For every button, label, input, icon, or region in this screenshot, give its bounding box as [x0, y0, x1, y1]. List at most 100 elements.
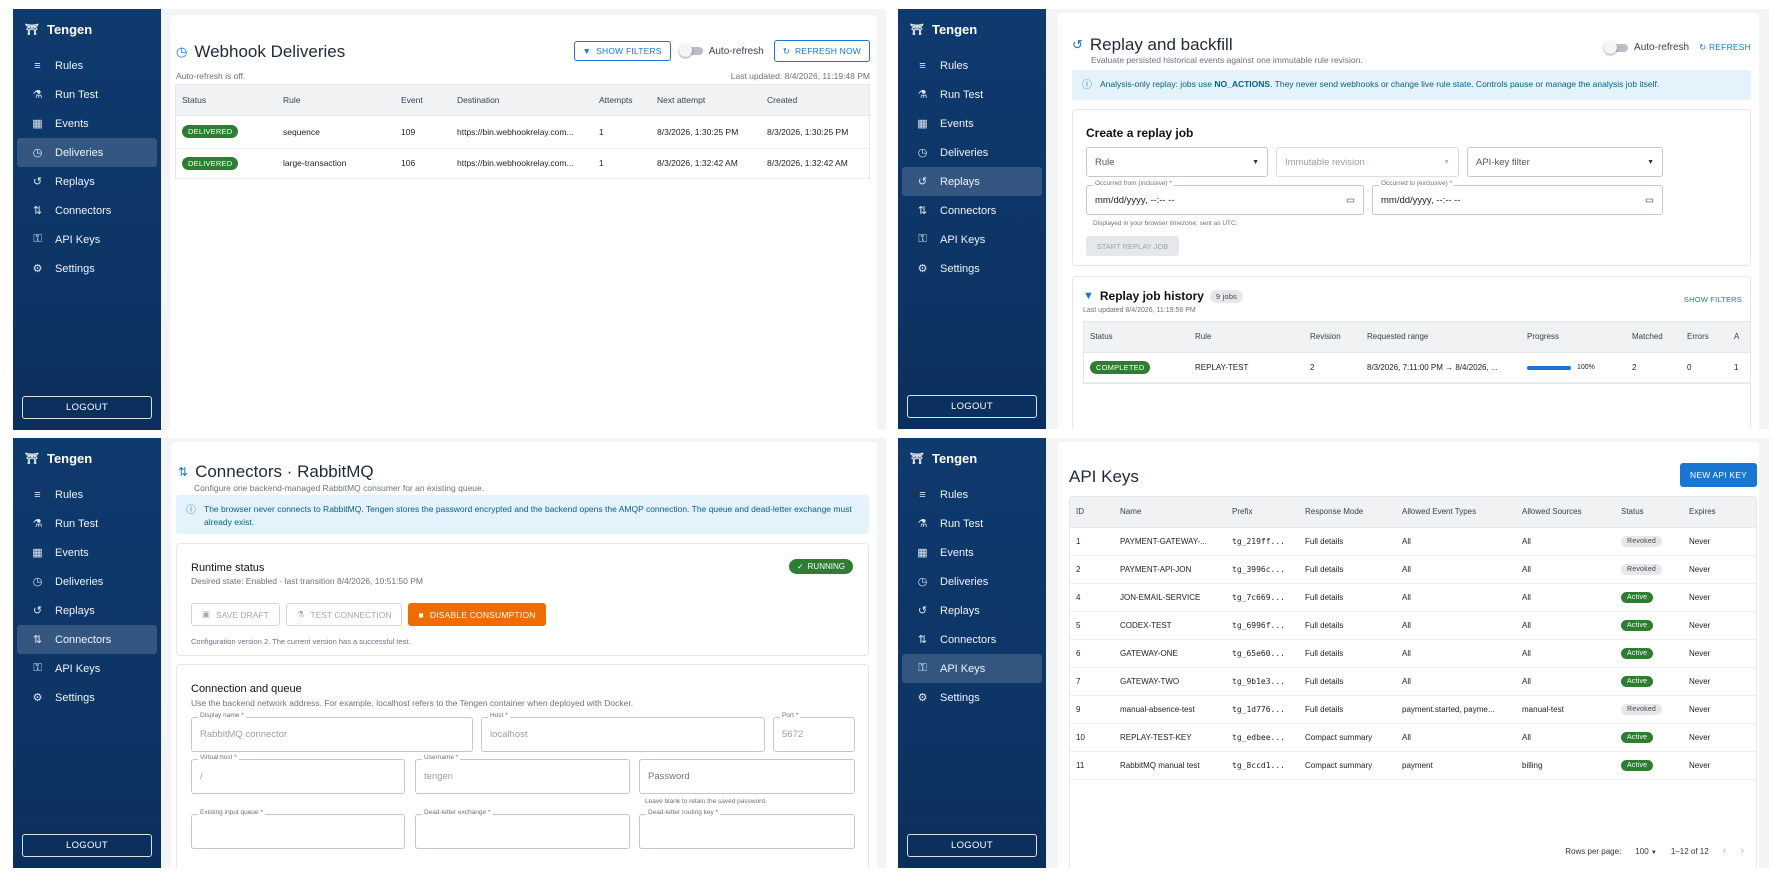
logout-button[interactable]: LOGOUT	[907, 395, 1037, 418]
sidebar-item-api-keys[interactable]: ⚿ API Keys	[902, 225, 1042, 254]
prev-page-icon[interactable]: ‹	[1723, 845, 1727, 857]
occurred-to-input[interactable]: Occurred to (exclusive) * mm/dd/yyyy, --:…	[1372, 180, 1663, 215]
username-field[interactable]: Username * tengen	[415, 754, 630, 794]
calendar-icon[interactable]: ▭	[1346, 195, 1355, 206]
column-header[interactable]: Attempts	[593, 85, 651, 116]
sidebar-item-replays[interactable]: ↺ Replays	[902, 167, 1042, 196]
sidebar-item-events[interactable]: ▦ Events	[17, 538, 157, 567]
refresh-now-button[interactable]: ↻ REFRESH NOW	[773, 40, 870, 62]
sidebar-item-run-test[interactable]: ⚗ Run Test	[17, 509, 157, 538]
logout-button[interactable]: LOGOUT	[22, 396, 152, 419]
sidebar-item-settings[interactable]: ⚙ Settings	[17, 254, 157, 283]
sidebar-item-api-keys[interactable]: ⚿ API Keys	[17, 654, 157, 683]
column-header[interactable]: Errors	[1681, 322, 1728, 353]
sidebar-item-api-keys[interactable]: ⚿ API Keys	[902, 654, 1042, 683]
sidebar-item-deliveries[interactable]: ◷ Deliveries	[902, 138, 1042, 167]
password-field[interactable]: Password	[639, 759, 855, 794]
display-name-field[interactable]: Display name * RabbitMQ connector	[191, 712, 473, 752]
table-row[interactable]: 7 GATEWAY-TWO tg_9b1e3... Full details All Al…	[1070, 667, 1756, 696]
rule-select[interactable]: Rule ▼	[1086, 147, 1268, 177]
brand[interactable]: ⛩ Tengen	[13, 438, 161, 480]
table-row[interactable]: 9 manual-absence-test tg_1d776... Full deta…	[1070, 695, 1756, 724]
column-header[interactable]: Prefix	[1226, 497, 1299, 528]
sidebar-item-settings[interactable]: ⚙ Settings	[902, 254, 1042, 283]
column-header[interactable]: Matched	[1626, 322, 1681, 353]
sidebar-item-run-test[interactable]: ⚗ Run Test	[902, 80, 1042, 109]
sidebar-item-events[interactable]: ▦ Events	[17, 109, 157, 138]
api-key-filter-select[interactable]: API-key filter ▼	[1467, 147, 1663, 177]
show-filters-button[interactable]: ▼ SHOW FILTERS	[573, 41, 671, 61]
next-page-icon[interactable]: ›	[1740, 845, 1744, 857]
column-header[interactable]: Created	[761, 85, 869, 116]
sidebar-item-settings[interactable]: ⚙ Settings	[17, 683, 157, 712]
table-row[interactable]: 1 PAYMENT-GATEWAY-... tg_219ff... Full deta…	[1070, 527, 1756, 556]
sidebar-item-api-keys[interactable]: ⚿ API Keys	[17, 225, 157, 254]
column-header[interactable]: Response Mode	[1299, 497, 1396, 528]
sidebar-item-rules[interactable]: ≡ Rules	[902, 480, 1042, 509]
table-row[interactable]: DELIVERED large-transaction 106 https://…	[176, 148, 869, 179]
table-row[interactable]: COMPLETED REPLAY-TEST 2 8/3/2026, 7:11:0…	[1084, 352, 1750, 383]
column-header[interactable]: Rule	[1189, 322, 1304, 353]
column-header[interactable]: ID	[1070, 497, 1114, 528]
brand[interactable]: ⛩ Tengen	[13, 9, 161, 51]
auto-refresh-toggle[interactable]: Auto-refresh	[678, 44, 764, 57]
toggle-switch[interactable]	[1604, 40, 1629, 54]
column-header[interactable]: Status	[1084, 322, 1189, 353]
auto-refresh-toggle[interactable]: Auto-refresh	[1604, 40, 1689, 54]
sidebar-item-replays[interactable]: ↺ Replays	[17, 167, 157, 196]
column-header[interactable]: Event	[395, 85, 451, 116]
column-header[interactable]: Allowed Event Types	[1396, 497, 1516, 528]
table-row[interactable]: 6 GATEWAY-ONE tg_65e60... Full details All Al…	[1070, 639, 1756, 668]
table-row[interactable]: 2 PAYMENT-API-JON tg_3996c... Full details A…	[1070, 555, 1756, 584]
column-header[interactable]: Progress	[1521, 322, 1626, 353]
column-header[interactable]: Allowed Sources	[1516, 497, 1615, 528]
sidebar-item-replays[interactable]: ↺ Replays	[902, 596, 1042, 625]
column-header[interactable]: Requested range	[1361, 322, 1521, 353]
dead-letter-routing-key-field[interactable]: Dead-letter routing key *	[639, 809, 855, 849]
sidebar-item-events[interactable]: ▦ Events	[902, 109, 1042, 138]
column-header[interactable]: Status	[176, 85, 277, 116]
brand[interactable]: ⛩ Tengen	[898, 9, 1046, 51]
host-field[interactable]: Host * localhost	[481, 712, 765, 752]
rows-per-page-select[interactable]: 100 ▼	[1635, 847, 1657, 856]
refresh-button[interactable]: ↻ REFRESH	[1699, 42, 1751, 53]
sidebar-item-deliveries[interactable]: ◷ Deliveries	[17, 567, 157, 596]
toggle-switch[interactable]	[678, 44, 703, 57]
sidebar-item-deliveries[interactable]: ◷ Deliveries	[902, 567, 1042, 596]
port-field[interactable]: Port * 5672	[773, 712, 855, 752]
sidebar-item-connectors[interactable]: ⇅ Connectors	[902, 196, 1042, 225]
dead-letter-exchange-field[interactable]: Dead-letter exchange *	[415, 809, 630, 849]
table-row[interactable]: 10 REPLAY-TEST-KEY tg_edbee... Compact summ…	[1070, 723, 1756, 752]
table-row[interactable]: 11 RabbitMQ manual test tg_8ccd1... Compact…	[1070, 751, 1756, 780]
sidebar-item-settings[interactable]: ⚙ Settings	[902, 683, 1042, 712]
logout-button[interactable]: LOGOUT	[907, 834, 1037, 857]
virtual-host-field[interactable]: Virtual host * /	[191, 754, 405, 794]
occurred-from-input[interactable]: Occurred from (inclusive) * mm/dd/yyyy, -…	[1086, 180, 1364, 215]
sidebar-item-run-test[interactable]: ⚗ Run Test	[17, 80, 157, 109]
sidebar-item-run-test[interactable]: ⚗ Run Test	[902, 509, 1042, 538]
column-header[interactable]: Next attempt	[651, 85, 761, 116]
calendar-icon[interactable]: ▭	[1645, 195, 1654, 206]
sidebar-item-events[interactable]: ▦ Events	[902, 538, 1042, 567]
column-header[interactable]: Expires	[1683, 497, 1756, 528]
table-row[interactable]: 5 CODEX-TEST tg_6996f... Full details All All…	[1070, 611, 1756, 640]
column-header[interactable]: A	[1728, 322, 1750, 353]
disable-consumption-button[interactable]: ■ DISABLE CONSUMPTION	[408, 603, 546, 626]
sidebar-item-connectors[interactable]: ⇅ Connectors	[902, 625, 1042, 654]
column-header[interactable]: Status	[1615, 497, 1683, 528]
sidebar-item-connectors[interactable]: ⇅ Connectors	[17, 196, 157, 225]
sidebar-item-rules[interactable]: ≡ Rules	[17, 480, 157, 509]
sidebar-item-rules[interactable]: ≡ Rules	[17, 51, 157, 80]
input-queue-field[interactable]: Existing input queue *	[191, 809, 405, 849]
table-row[interactable]: 4 JON-EMAIL-SERVICE tg_7c669... Full detail…	[1070, 583, 1756, 612]
sidebar-item-deliveries[interactable]: ◷ Deliveries	[17, 138, 157, 167]
sidebar-item-connectors[interactable]: ⇅ Connectors	[17, 625, 157, 654]
column-header[interactable]: Revision	[1304, 322, 1361, 353]
column-header[interactable]: Rule	[277, 85, 395, 116]
column-header[interactable]: Destination	[451, 85, 593, 116]
column-header[interactable]: Name	[1114, 497, 1226, 528]
logout-button[interactable]: LOGOUT	[22, 834, 152, 857]
sidebar-item-rules[interactable]: ≡ Rules	[902, 51, 1042, 80]
brand[interactable]: ⛩ Tengen	[898, 438, 1046, 480]
table-row[interactable]: DELIVERED sequence 109 https://bin.webho…	[176, 115, 869, 149]
